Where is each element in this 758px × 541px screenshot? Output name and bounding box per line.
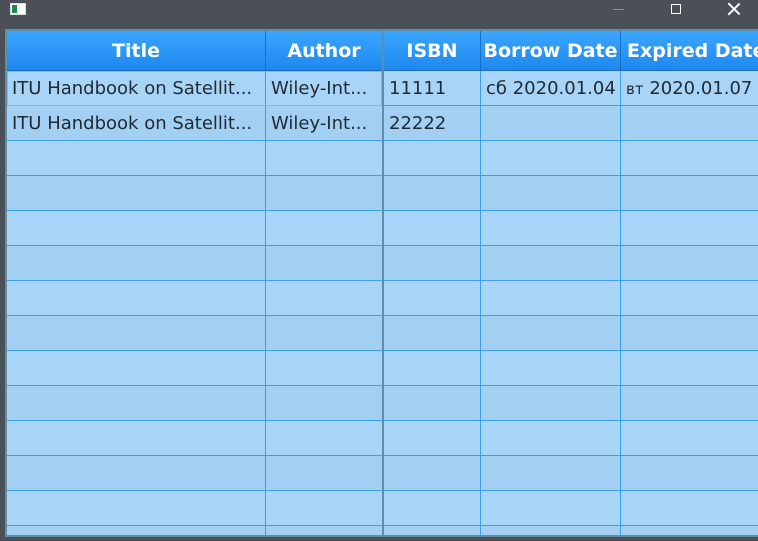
maximize-button[interactable] (654, 0, 698, 18)
maximize-icon (671, 4, 681, 14)
column-header-author[interactable]: Author (266, 31, 382, 71)
table-row[interactable] (7, 316, 382, 351)
table-row[interactable] (7, 491, 382, 526)
cell-expired-date[interactable]: вт 2020.01.07 (621, 71, 758, 106)
cell-title[interactable]: ITU Handbook on Satellit... (7, 106, 265, 141)
table-row[interactable] (384, 141, 758, 176)
table-row[interactable] (7, 211, 382, 246)
books-table-right[interactable]: ISBN Borrow Date Expired Date 11111 сб 20… (384, 29, 758, 537)
table-row[interactable] (7, 526, 382, 535)
table-row[interactable] (7, 141, 382, 176)
app-window-icon (10, 3, 26, 15)
cell-author[interactable]: Wiley-Int... (266, 106, 382, 141)
table-row[interactable] (384, 281, 758, 316)
expired-date-value: 2020.01.07 (649, 78, 753, 99)
column-header-isbn[interactable]: ISBN (384, 31, 481, 71)
table-row[interactable] (7, 351, 382, 386)
expired-weekday: вт (626, 80, 644, 98)
table-row[interactable] (7, 176, 382, 211)
cell-isbn[interactable]: 11111 (384, 71, 480, 106)
cell-borrow-date[interactable]: сб 2020.01.04 (481, 71, 620, 106)
selected-row-outline (7, 71, 382, 106)
cell-borrow-date[interactable] (481, 106, 620, 141)
table-row[interactable] (384, 386, 758, 421)
title-bar (0, 0, 758, 22)
table-row[interactable] (384, 491, 758, 526)
borrow-weekday: сб (486, 78, 507, 99)
table-row[interactable] (384, 351, 758, 386)
column-header-expired-date[interactable]: Expired Date (621, 31, 758, 71)
table-row[interactable] (384, 176, 758, 211)
cell-isbn[interactable]: 22222 (384, 106, 480, 141)
close-button[interactable] (712, 0, 756, 18)
column-header-title[interactable]: Title (7, 31, 266, 71)
minimize-button[interactable] (596, 0, 640, 18)
table-row[interactable] (7, 246, 382, 281)
minimize-icon (612, 8, 624, 10)
table-row[interactable] (7, 386, 382, 421)
table-row[interactable] (7, 456, 382, 491)
table-row[interactable] (384, 526, 758, 535)
table-row[interactable] (7, 421, 382, 456)
table-row[interactable] (384, 456, 758, 491)
books-table-left[interactable]: Title Author ITU Handbook on Satellit...… (5, 29, 384, 537)
table-row[interactable] (384, 316, 758, 351)
close-icon (727, 2, 741, 16)
table-row[interactable] (7, 281, 382, 316)
borrow-date-value: 2020.01.04 (512, 78, 616, 99)
table-row[interactable] (384, 421, 758, 456)
cell-expired-date[interactable] (621, 106, 758, 141)
table-row[interactable] (384, 211, 758, 246)
table-row[interactable] (384, 246, 758, 281)
column-header-borrow-date[interactable]: Borrow Date (481, 31, 621, 71)
